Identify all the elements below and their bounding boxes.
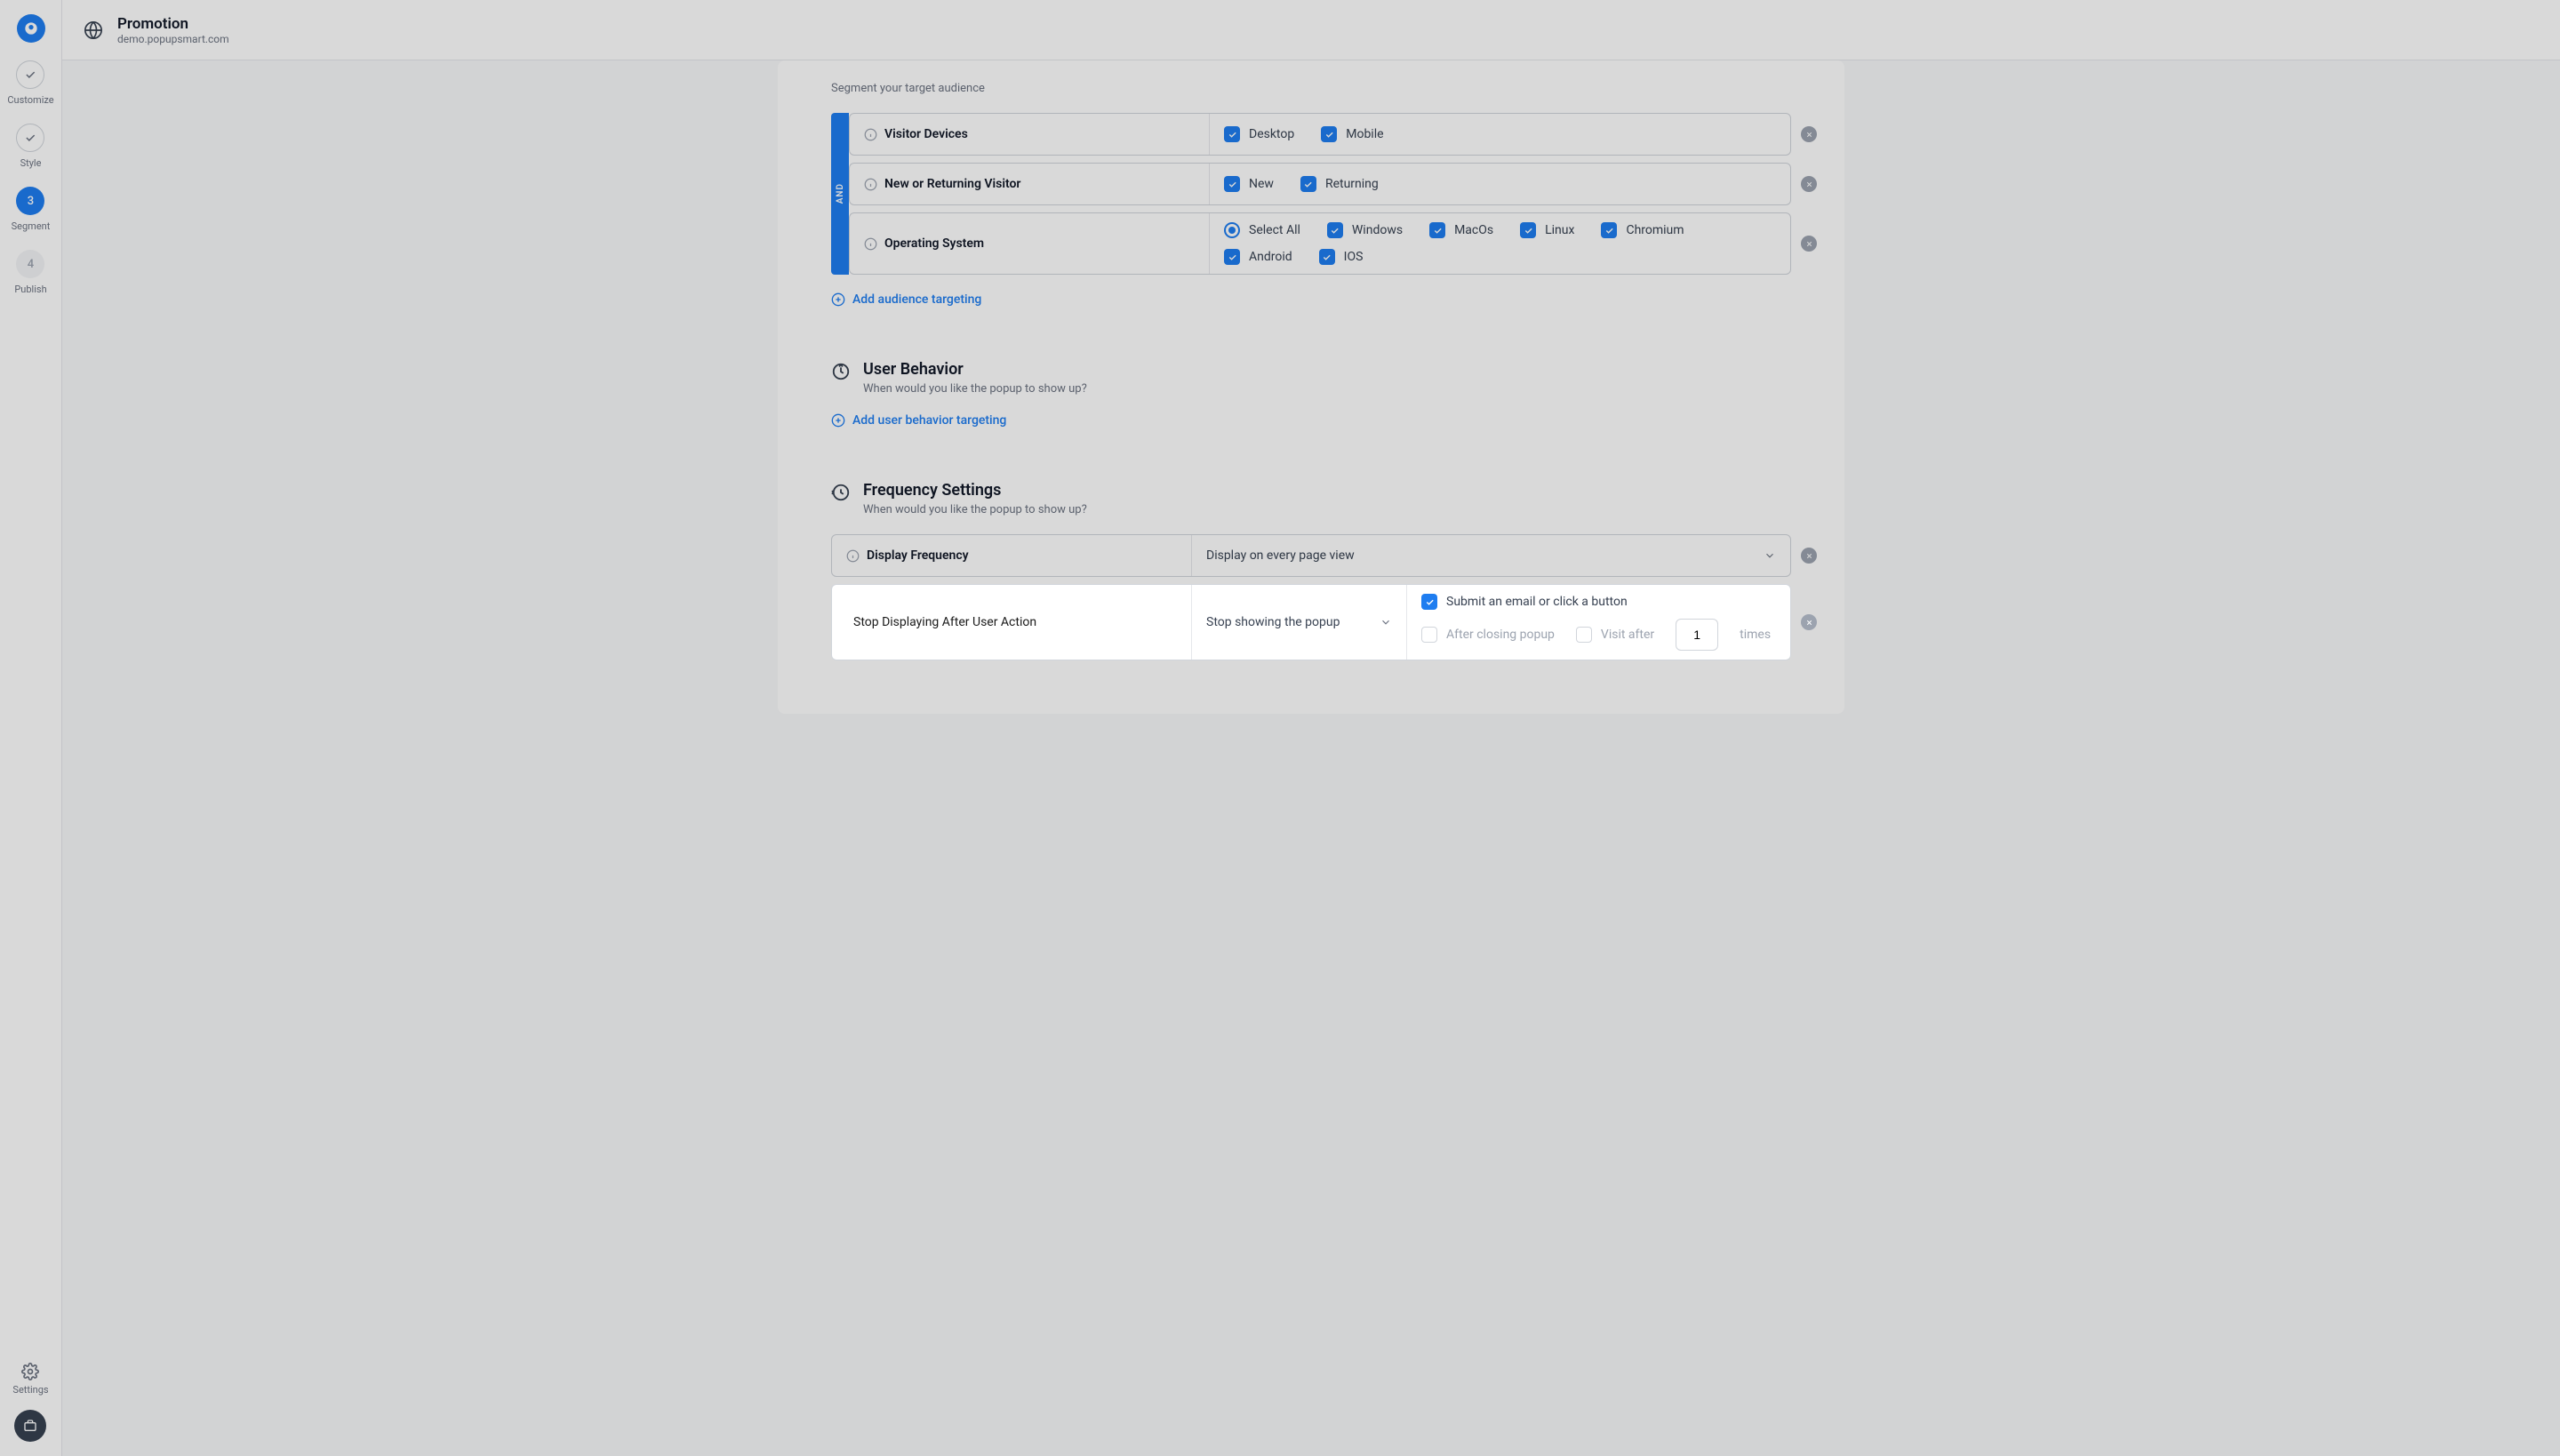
section-title: Frequency Settings — [863, 481, 1087, 500]
nav-label: Style — [20, 157, 42, 169]
and-connector: AND — [831, 113, 849, 275]
nav-step-publish[interactable]: 4 Publish — [14, 250, 46, 295]
audience-subtitle: Segment your target audience — [831, 82, 1791, 95]
chevron-down-icon — [1764, 549, 1776, 562]
checkbox-windows[interactable]: Windows — [1327, 222, 1403, 238]
checkbox-visit-after[interactable]: Visit after — [1576, 627, 1654, 643]
remove-rule-button[interactable] — [1801, 126, 1817, 142]
rule-stop-displaying: Stop Displaying After User Action Stop s… — [831, 584, 1791, 660]
info-icon[interactable] — [846, 549, 860, 563]
nav-label: Publish — [14, 284, 46, 295]
checkbox-ios[interactable]: IOS — [1319, 249, 1364, 265]
remove-rule-button[interactable] — [1801, 548, 1817, 564]
remove-rule-button[interactable] — [1801, 176, 1817, 192]
remove-rule-button[interactable] — [1801, 614, 1817, 630]
display-frequency-select[interactable]: Display on every page view — [1206, 548, 1776, 563]
stop-action-select[interactable]: Stop showing the popup — [1206, 615, 1392, 629]
rule-label: Display Frequency — [867, 548, 969, 563]
add-audience-targeting[interactable]: Add audience targeting — [831, 292, 1791, 307]
times-label: times — [1740, 628, 1771, 642]
rule-label: New or Returning Visitor — [884, 177, 1020, 191]
section-subtitle: When would you like the popup to show up… — [863, 503, 1087, 516]
rule-label: Operating System — [884, 236, 984, 251]
info-icon[interactable] — [864, 237, 877, 251]
nav-label: Segment — [12, 220, 51, 232]
section-frequency: Frequency Settings When would you like t… — [831, 481, 1791, 516]
section-subtitle: When would you like the popup to show up… — [863, 382, 1087, 396]
checkbox-android[interactable]: Android — [1224, 249, 1292, 265]
visit-times-input[interactable] — [1676, 619, 1718, 651]
page-title: Promotion — [117, 15, 229, 33]
checkbox-new[interactable]: New — [1224, 176, 1274, 192]
topbar: Promotion demo.popupsmart.com — [62, 0, 2560, 60]
add-behavior-targeting[interactable]: Add user behavior targeting — [831, 413, 1791, 428]
chevron-down-icon — [1380, 616, 1392, 628]
nav-step-style[interactable]: Style — [16, 124, 44, 169]
checkbox-returning[interactable]: Returning — [1300, 176, 1379, 192]
rule-display-frequency: Display Frequency Display on every page … — [831, 534, 1791, 577]
logo[interactable] — [17, 14, 45, 43]
remove-rule-button[interactable] — [1801, 236, 1817, 252]
rule-os: Operating System Select All Windows MacO… — [849, 212, 1791, 275]
rule-label: Stop Displaying After User Action — [853, 615, 1036, 629]
radio-select-all[interactable]: Select All — [1224, 222, 1300, 238]
settings-button[interactable]: Settings — [12, 1363, 48, 1396]
rule-label: Visitor Devices — [884, 127, 968, 141]
settings-label: Settings — [12, 1384, 48, 1396]
checkbox-macos[interactable]: MacOs — [1429, 222, 1493, 238]
briefcase-button[interactable] — [14, 1410, 46, 1442]
checkbox-desktop[interactable]: Desktop — [1224, 126, 1294, 142]
rule-new-returning: New or Returning Visitor New Returning — [849, 163, 1791, 205]
info-icon[interactable] — [864, 178, 877, 191]
rule-visitor-devices: Visitor Devices Desktop Mobile — [849, 113, 1791, 156]
page-domain: demo.popupsmart.com — [117, 33, 229, 45]
checkbox-submit-email[interactable]: Submit an email or click a button — [1421, 594, 1628, 610]
globe-icon — [84, 20, 103, 40]
nav-step-segment[interactable]: 3 Segment — [12, 187, 51, 232]
checkbox-chromium[interactable]: Chromium — [1601, 222, 1684, 238]
checkbox-mobile[interactable]: Mobile — [1321, 126, 1383, 142]
info-icon[interactable] — [864, 128, 877, 141]
section-user-behavior: User Behavior When would you like the po… — [831, 360, 1791, 396]
nav-step-customize[interactable]: Customize — [7, 60, 53, 106]
nav-label: Customize — [7, 94, 53, 106]
checkbox-after-closing[interactable]: After closing popup — [1421, 627, 1555, 643]
sidebar: Customize Style 3 Segment 4 Publish Sett… — [0, 0, 62, 1456]
checkbox-linux[interactable]: Linux — [1520, 222, 1574, 238]
section-title: User Behavior — [863, 360, 1087, 379]
